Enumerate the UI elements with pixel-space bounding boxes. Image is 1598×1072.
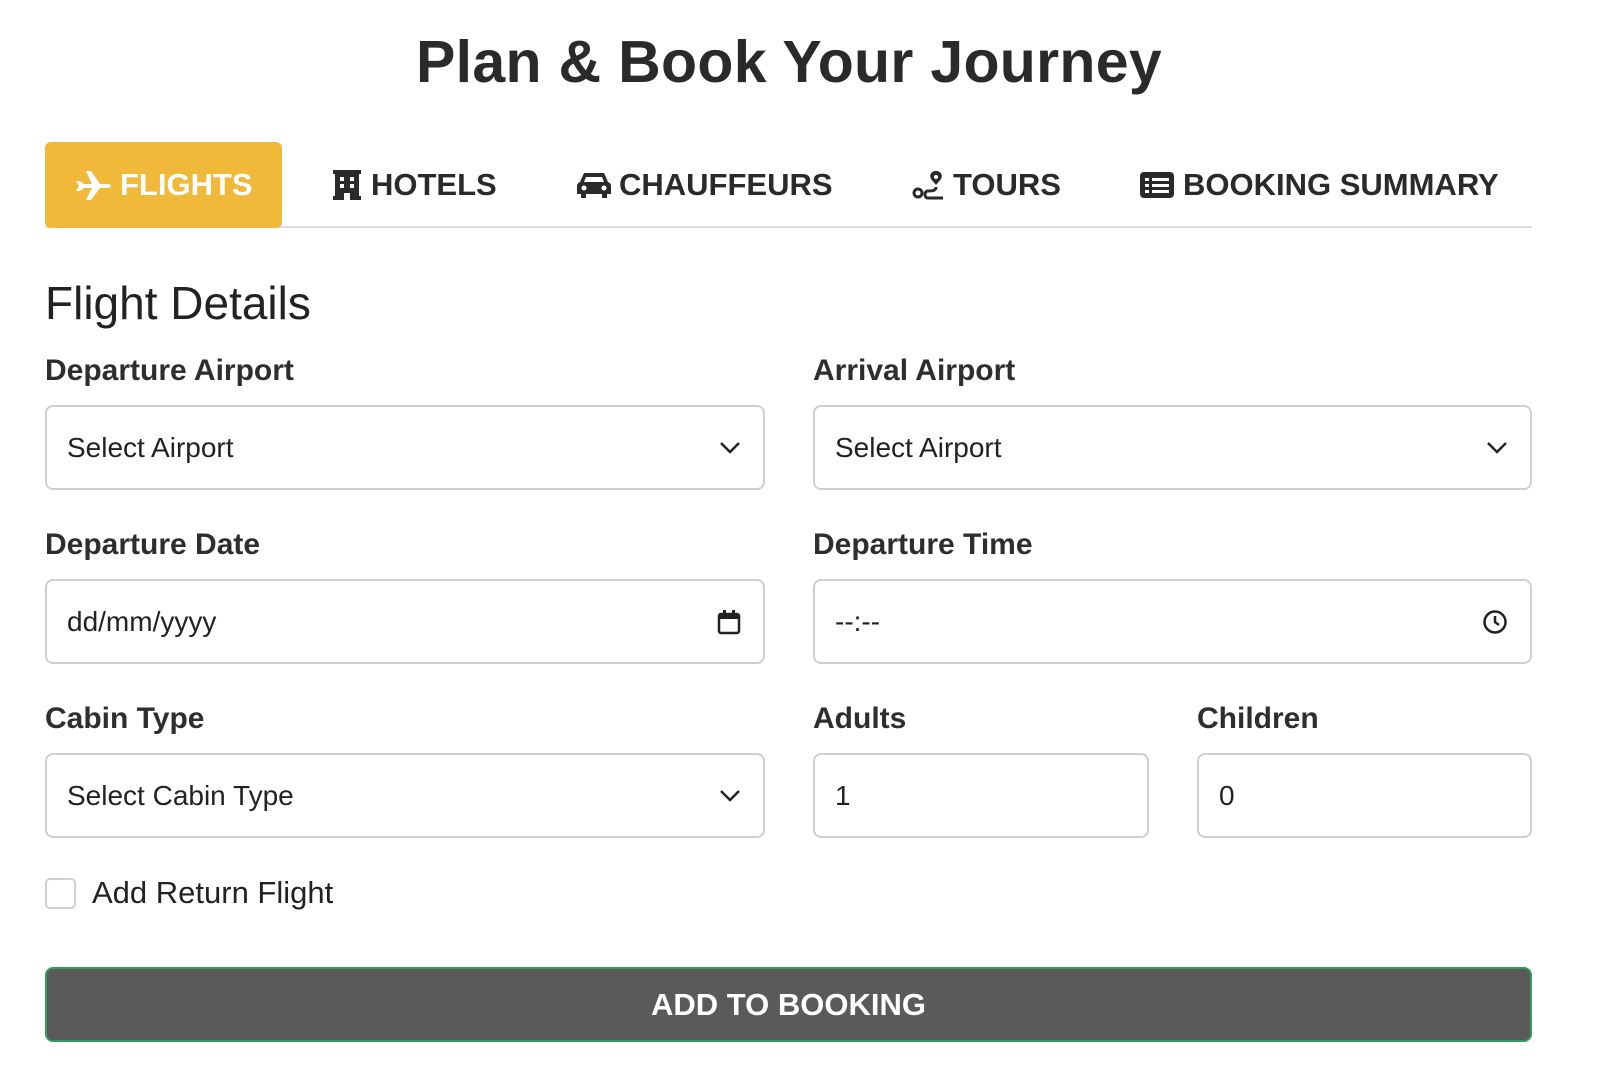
page-title: Plan & Book Your Journey	[416, 29, 1162, 95]
tab-label: FLIGHTS	[120, 167, 253, 202]
hotel-icon	[331, 169, 363, 201]
chevron-down-icon	[719, 441, 741, 455]
departure-time-label: Departure Time	[813, 528, 1033, 561]
tab-hotels[interactable]: HOTELS	[331, 142, 497, 228]
tab-label: CHAUFFEURS	[619, 167, 833, 202]
adults-input[interactable]: 1	[813, 753, 1149, 838]
departure-date-input[interactable]: dd/mm/yyyy	[45, 579, 765, 664]
tab-bar: FLIGHTS HOTELS CHAUFFEURS TOURS BOOKING …	[45, 142, 1532, 228]
cabin-type-label: Cabin Type	[45, 702, 205, 735]
car-icon	[577, 171, 611, 199]
tab-label: TOURS	[953, 167, 1061, 202]
arrival-airport-select[interactable]: Select Airport	[813, 405, 1532, 490]
children-input[interactable]: 0	[1197, 753, 1532, 838]
adults-label: Adults	[813, 702, 907, 735]
children-value: 0	[1219, 779, 1235, 811]
tab-flights[interactable]: FLIGHTS	[45, 142, 282, 228]
adults-value: 1	[835, 779, 851, 811]
departure-date-placeholder: dd/mm/yyyy	[67, 605, 217, 637]
departure-airport-value: Select Airport	[67, 431, 234, 463]
departure-time-placeholder: --:--	[835, 605, 881, 637]
tab-chauffeurs[interactable]: CHAUFFEURS	[577, 142, 833, 228]
return-flight-option[interactable]: Add Return Flight	[45, 875, 333, 911]
arrival-airport-value: Select Airport	[835, 431, 1002, 463]
arrival-airport-label: Arrival Airport	[813, 354, 1016, 387]
tab-label: HOTELS	[371, 167, 497, 202]
departure-time-input[interactable]: --:--	[813, 579, 1532, 664]
plane-icon	[74, 169, 112, 201]
tab-booking-summary[interactable]: BOOKING SUMMARY	[1139, 142, 1499, 228]
section-title: Flight Details	[45, 277, 311, 329]
list-icon	[1139, 171, 1175, 199]
cabin-type-select[interactable]: Select Cabin Type	[45, 753, 765, 838]
tab-label: BOOKING SUMMARY	[1183, 167, 1499, 202]
cabin-type-value: Select Cabin Type	[67, 779, 294, 811]
route-icon	[911, 169, 945, 201]
return-flight-checkbox[interactable]	[45, 877, 76, 909]
departure-date-label: Departure Date	[45, 528, 261, 561]
departure-airport-label: Departure Airport	[45, 354, 294, 387]
return-flight-label: Add Return Flight	[92, 875, 334, 910]
clock-icon[interactable]	[1482, 609, 1508, 635]
chevron-down-icon	[1486, 441, 1508, 455]
tab-tours[interactable]: TOURS	[911, 142, 1061, 228]
chevron-down-icon	[719, 789, 741, 803]
calendar-icon[interactable]	[717, 609, 741, 635]
children-label: Children	[1197, 702, 1319, 735]
add-to-booking-button[interactable]: ADD TO BOOKING	[45, 967, 1532, 1042]
departure-airport-select[interactable]: Select Airport	[45, 405, 765, 490]
